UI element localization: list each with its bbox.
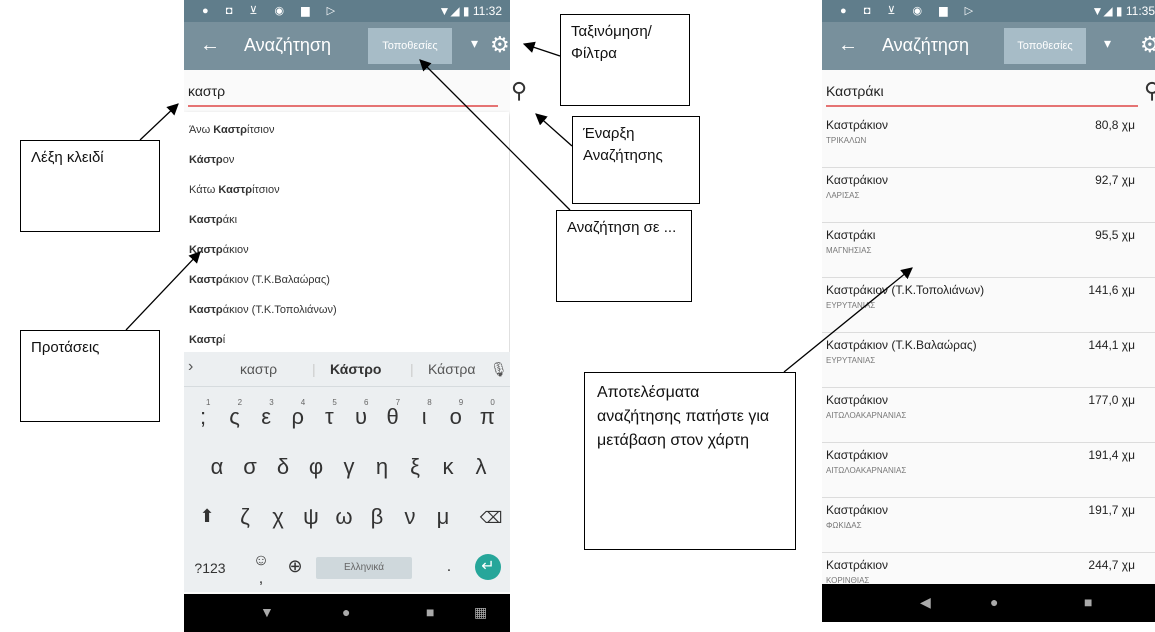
arrow-suggestions <box>125 251 201 331</box>
arrow-start-search <box>535 113 573 147</box>
arrow-keyword <box>139 103 179 141</box>
arrow-sort-filter <box>522 41 561 57</box>
arrow-results <box>783 267 913 373</box>
arrow-search-in <box>419 59 571 211</box>
annotation-arrows <box>125 41 913 373</box>
